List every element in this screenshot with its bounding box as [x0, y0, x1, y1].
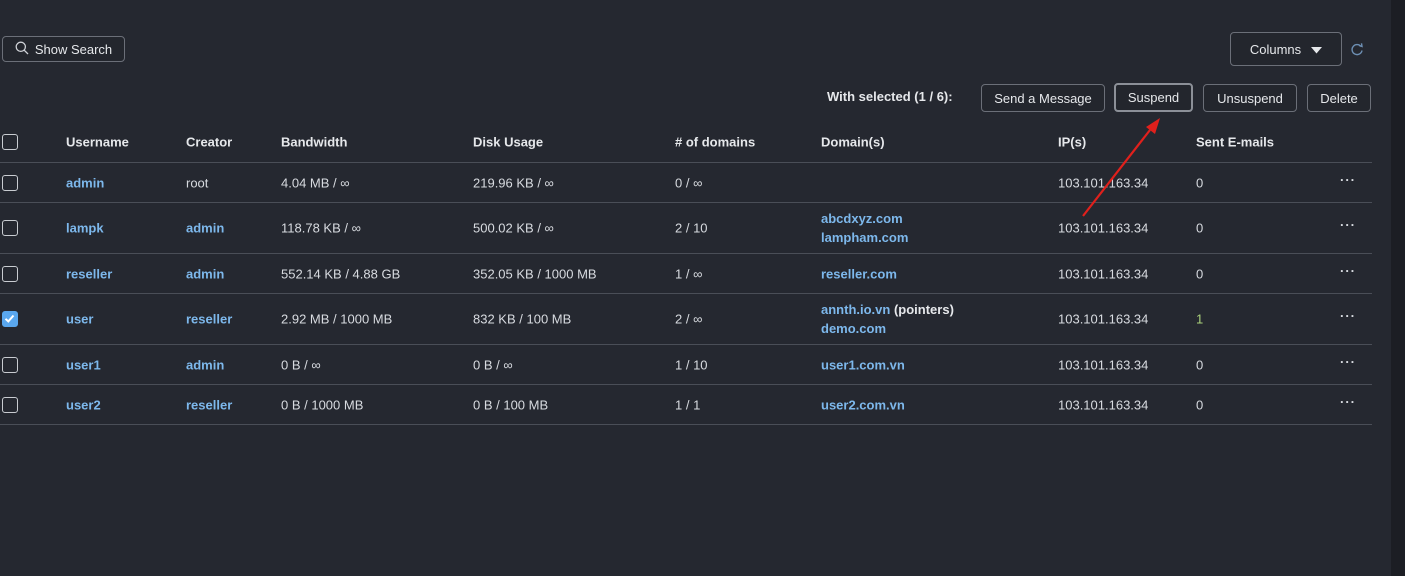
- ip-value: 103.101.163.34: [1058, 175, 1149, 190]
- more-horizontal-icon[interactable]: ···: [1340, 394, 1356, 409]
- selection-count-label: With selected (1 / 6):: [827, 89, 953, 104]
- column-header-creator[interactable]: Creator: [186, 134, 232, 149]
- checkbox-checked-icon: [2, 311, 18, 327]
- sent-emails-value: 0: [1196, 220, 1204, 236]
- table-row: user2 reseller 0 B / 1000 MB 0 B / 100 M…: [0, 385, 1372, 425]
- ip-value: 103.101.163.34: [1058, 397, 1149, 412]
- sent-emails-value: 1: [1196, 311, 1204, 327]
- domain-count-value: 0 / ∞: [675, 175, 703, 190]
- more-horizontal-icon[interactable]: ···: [1340, 263, 1356, 278]
- sent-emails-value: 0: [1196, 266, 1204, 281]
- more-horizontal-icon[interactable]: ···: [1340, 354, 1356, 369]
- username-link[interactable]: user: [66, 312, 93, 327]
- creator-link[interactable]: reseller: [186, 397, 232, 412]
- scrollbar-track[interactable]: [1391, 0, 1405, 576]
- column-header-domain-count[interactable]: # of domains: [675, 134, 755, 149]
- disk-usage-value: 832 KB / 100 MB: [473, 311, 572, 327]
- domain-count-value: 2 / 10: [675, 220, 708, 236]
- disk-usage-value: 0 B / 100 MB: [473, 397, 549, 412]
- show-search-button[interactable]: Show Search: [2, 36, 125, 62]
- table-row: reseller admin 552.14 KB / 4.88 GB 352.0…: [0, 254, 1372, 294]
- column-header-disk-usage[interactable]: Disk Usage: [473, 134, 543, 149]
- table-row: user1 admin 0 B / ∞ 0 B / ∞ 1 / 10 user1…: [0, 345, 1372, 385]
- unsuspend-button[interactable]: Unsuspend: [1203, 84, 1297, 112]
- column-header-sent-emails[interactable]: Sent E-mails: [1196, 134, 1274, 149]
- disk-usage-value: 500.02 KB / ∞: [473, 220, 554, 236]
- bandwidth-value: 0 B / ∞: [281, 357, 321, 372]
- more-horizontal-icon[interactable]: ···: [1340, 172, 1356, 187]
- row-checkbox[interactable]: [2, 356, 18, 373]
- creator-link[interactable]: admin: [186, 266, 224, 281]
- creator-link[interactable]: admin: [186, 357, 224, 372]
- domain-link[interactable]: user1.com.vn: [821, 357, 905, 372]
- column-header-domains[interactable]: Domain(s): [821, 134, 885, 149]
- domain-link[interactable]: abcdxyz.com: [821, 211, 908, 226]
- domain-count-value: 1 / 1: [675, 397, 701, 412]
- refresh-icon[interactable]: [1350, 42, 1364, 56]
- row-checkbox[interactable]: [2, 265, 18, 282]
- row-checkbox[interactable]: [2, 396, 18, 413]
- creator-link[interactable]: admin: [186, 221, 224, 236]
- bandwidth-value: 118.78 KB / ∞: [281, 220, 361, 236]
- row-checkbox-checked[interactable]: [2, 311, 18, 327]
- columns-label: Columns: [1249, 41, 1302, 57]
- bandwidth-value: 552.14 KB / 4.88 GB: [281, 266, 401, 281]
- disk-usage-value: 0 B / ∞: [473, 357, 513, 372]
- ip-value: 103.101.163.34: [1058, 357, 1149, 372]
- pointers-note: (pointers): [893, 302, 954, 317]
- domain-count-value: 1 / 10: [675, 357, 708, 372]
- ip-value: 103.101.163.34: [1058, 220, 1149, 236]
- ip-value: 103.101.163.34: [1058, 266, 1149, 281]
- domain-list: annth.io.vn (pointers) demo.com: [821, 302, 954, 336]
- search-icon: [15, 41, 29, 58]
- creator-link[interactable]: reseller: [186, 312, 232, 327]
- domain-link[interactable]: lampham.com: [821, 230, 908, 245]
- row-checkbox[interactable]: [2, 174, 18, 191]
- bandwidth-value: 0 B / 1000 MB: [281, 397, 364, 412]
- column-header-ips[interactable]: IP(s): [1058, 134, 1086, 149]
- sent-emails-value: 0: [1196, 357, 1204, 372]
- sent-emails-value: 0: [1196, 397, 1204, 412]
- domain-list: abcdxyz.com lampham.com: [821, 211, 908, 245]
- disk-usage-value: 219.96 KB / ∞: [473, 175, 554, 190]
- domain-link[interactable]: user2.com.vn: [821, 397, 905, 412]
- table-row: user reseller 2.92 MB / 1000 MB 832 KB /…: [0, 294, 1372, 345]
- disk-usage-value: 352.05 KB / 1000 MB: [473, 266, 597, 281]
- row-checkbox[interactable]: [2, 220, 18, 236]
- domain-count-value: 2 / ∞: [675, 311, 703, 327]
- send-message-button[interactable]: Send a Message: [981, 84, 1105, 112]
- show-search-label: Show Search: [34, 41, 113, 57]
- domain-count-value: 1 / ∞: [675, 266, 703, 281]
- columns-dropdown-button[interactable]: Columns: [1230, 32, 1342, 66]
- table-row: lampk admin 118.78 KB / ∞ 500.02 KB / ∞ …: [0, 203, 1372, 254]
- domain-link[interactable]: demo.com: [821, 321, 954, 336]
- delete-button[interactable]: Delete: [1307, 84, 1371, 112]
- table-header-row: Username Creator Bandwidth Disk Usage # …: [0, 121, 1372, 163]
- column-header-username[interactable]: Username: [66, 134, 129, 149]
- ip-value: 103.101.163.34: [1058, 311, 1149, 327]
- username-link[interactable]: lampk: [66, 221, 104, 236]
- sent-emails-value: 0: [1196, 175, 1204, 190]
- caret-down-icon: [1311, 42, 1323, 57]
- username-link[interactable]: user2: [66, 397, 101, 412]
- domain-link[interactable]: reseller.com: [821, 266, 897, 281]
- more-horizontal-icon[interactable]: ···: [1340, 218, 1356, 233]
- users-table: Username Creator Bandwidth Disk Usage # …: [0, 121, 1372, 425]
- column-header-bandwidth[interactable]: Bandwidth: [281, 134, 347, 149]
- suspend-button[interactable]: Suspend: [1114, 83, 1193, 112]
- username-link[interactable]: user1: [66, 357, 101, 372]
- domain-link[interactable]: annth.io.vn: [821, 302, 890, 317]
- more-horizontal-icon[interactable]: ···: [1340, 309, 1356, 324]
- username-link[interactable]: reseller: [66, 266, 112, 281]
- bandwidth-value: 2.92 MB / 1000 MB: [281, 311, 393, 327]
- creator-text: root: [186, 175, 209, 190]
- table-row: admin root 4.04 MB / ∞ 219.96 KB / ∞ 0 /…: [0, 163, 1372, 203]
- select-all-checkbox[interactable]: [2, 133, 18, 150]
- bandwidth-value: 4.04 MB / ∞: [281, 175, 350, 190]
- username-link[interactable]: admin: [66, 175, 104, 190]
